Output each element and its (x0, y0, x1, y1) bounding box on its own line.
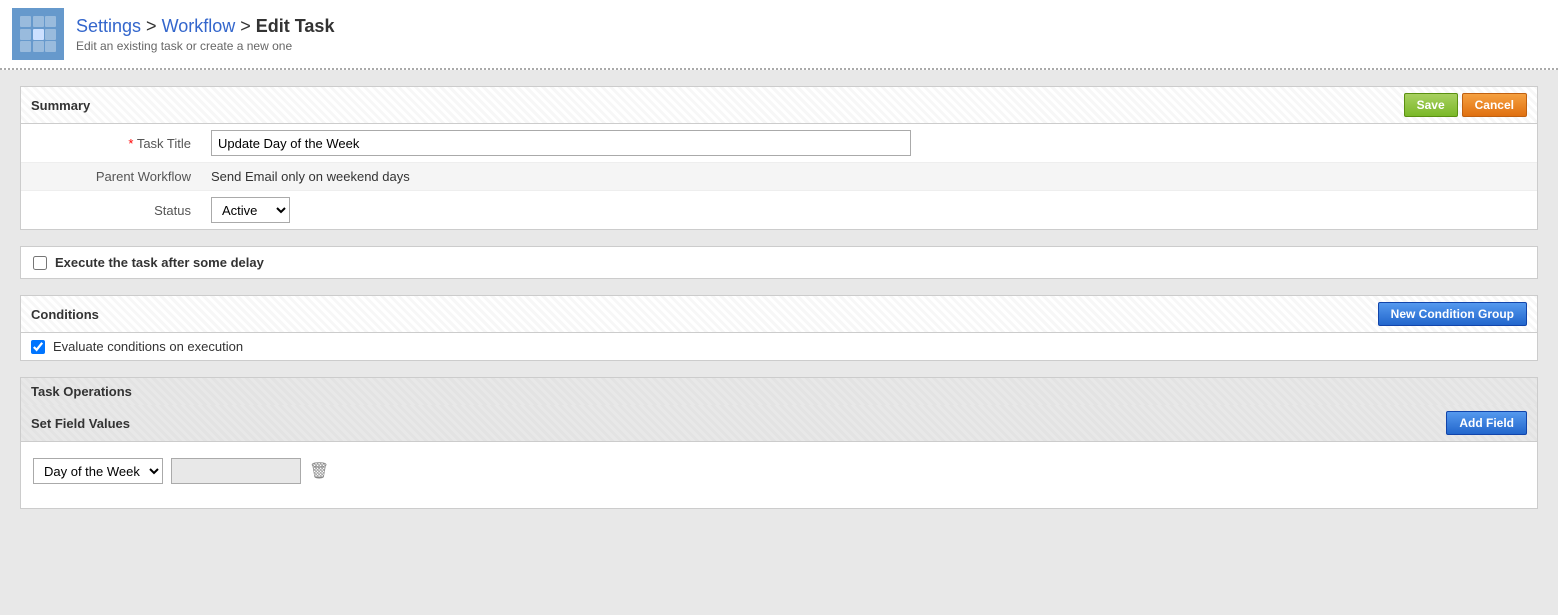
field-value-input[interactable] (171, 458, 301, 484)
add-field-button[interactable]: Add Field (1446, 411, 1527, 435)
set-field-values-header: Set Field Values Add Field (20, 405, 1538, 442)
header-text-block: Settings > Workflow > Edit Task Edit an … (76, 16, 334, 53)
evaluate-row: Evaluate conditions on execution (21, 333, 1537, 360)
page-subtitle: Edit an existing task or create a new on… (76, 39, 334, 53)
summary-title: Summary (31, 98, 90, 113)
conditions-actions: New Condition Group (1378, 302, 1527, 326)
page-header: Settings > Workflow > Edit Task Edit an … (0, 0, 1558, 70)
new-condition-group-button[interactable]: New Condition Group (1378, 302, 1527, 326)
status-value-cell: Active Inactive (201, 191, 1537, 230)
main-content: Summary Save Cancel * Task Title Parent … (0, 70, 1558, 525)
parent-workflow-value: Send Email only on weekend days (201, 163, 1537, 191)
delay-section: Execute the task after some delay (20, 246, 1538, 279)
summary-form: * Task Title Parent Workflow Send Email … (21, 124, 1537, 229)
workflow-link[interactable]: Workflow (162, 16, 236, 36)
evaluate-label: Evaluate conditions on execution (53, 339, 243, 354)
delay-checkbox[interactable] (33, 256, 47, 270)
task-operations-title: Task Operations (31, 384, 132, 399)
field-name-select[interactable]: Day of the Week (33, 458, 163, 484)
delay-label: Execute the task after some delay (55, 255, 264, 270)
conditions-title: Conditions (31, 307, 99, 322)
cancel-button[interactable]: Cancel (1462, 93, 1527, 117)
delete-field-icon[interactable]: 🗑 (309, 461, 329, 481)
parent-workflow-row: Parent Workflow Send Email only on weeke… (21, 163, 1537, 191)
status-row: Status Active Inactive (21, 191, 1537, 230)
evaluate-checkbox[interactable] (31, 340, 45, 354)
set-field-values-title: Set Field Values (31, 416, 130, 431)
task-title-value-cell (201, 124, 1537, 163)
app-icon (12, 8, 64, 60)
conditions-section: Conditions New Condition Group Evaluate … (20, 295, 1538, 361)
summary-actions: Save Cancel (1404, 93, 1527, 117)
conditions-section-header: Conditions New Condition Group (21, 296, 1537, 333)
parent-workflow-label: Parent Workflow (21, 163, 201, 191)
page-title: Edit Task (256, 16, 335, 36)
status-label: Status (21, 191, 201, 230)
save-button[interactable]: Save (1404, 93, 1458, 117)
task-title-row: * Task Title (21, 124, 1537, 163)
task-operations-header: Task Operations (20, 377, 1538, 405)
task-title-label: * Task Title (21, 124, 201, 163)
breadcrumb: Settings > Workflow > Edit Task (76, 16, 334, 37)
field-values-area: Day of the Week 🗑 (20, 442, 1538, 509)
task-operations-section: Task Operations Set Field Values Add Fie… (20, 377, 1538, 509)
summary-section: Summary Save Cancel * Task Title Parent … (20, 86, 1538, 230)
summary-section-header: Summary Save Cancel (21, 87, 1537, 124)
field-row: Day of the Week 🗑 (33, 458, 1525, 484)
settings-link[interactable]: Settings (76, 16, 141, 36)
status-select[interactable]: Active Inactive (211, 197, 290, 223)
task-title-input[interactable] (211, 130, 911, 156)
